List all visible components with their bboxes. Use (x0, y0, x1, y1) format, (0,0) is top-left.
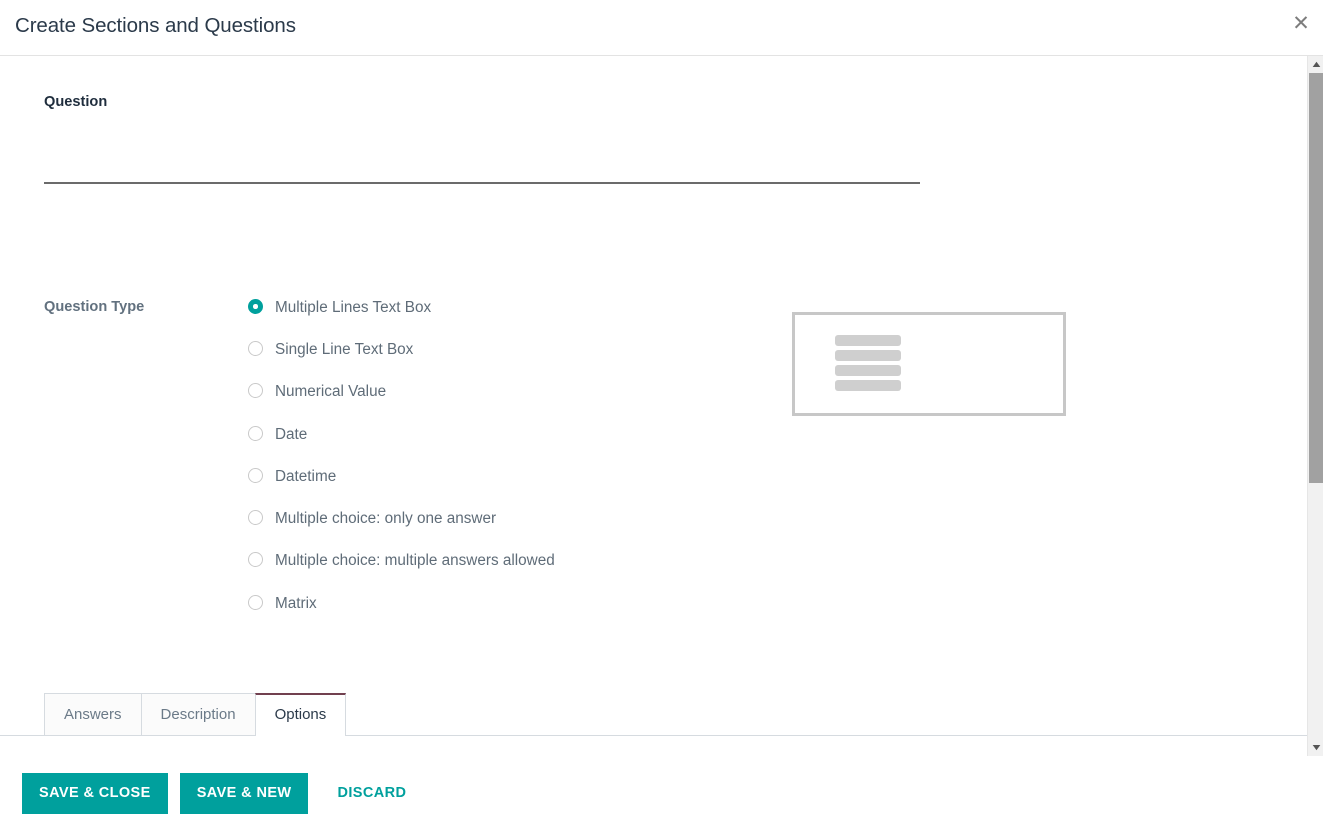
radio-icon (248, 299, 263, 314)
dialog-body: Question Question Type Multiple Lines Te… (0, 56, 1323, 756)
question-type-label: Question Type (44, 299, 145, 315)
radio-option-label: Multiple Lines Text Box (275, 299, 432, 316)
radio-icon (248, 467, 263, 483)
question-input-wrap (44, 124, 920, 184)
radio-icon (248, 594, 263, 610)
radio-icon (248, 510, 263, 526)
create-sections-and-questions-dialog: Create Sections and Questions ✕ Question… (0, 0, 1323, 831)
scroll-up-arrow-icon[interactable] (1308, 56, 1323, 73)
radio-option-label: Date (275, 425, 308, 443)
preview-line (835, 365, 901, 376)
options-tab-panel: Constraints (0, 737, 1307, 756)
radio-icon (248, 552, 263, 568)
dialog-footer: SAVE & CLOSE SAVE & NEW DISCARD (0, 756, 1323, 831)
radio-icon (248, 383, 263, 399)
question-type-preview (792, 312, 1066, 416)
save-and-close-button[interactable]: SAVE & CLOSE (22, 772, 168, 815)
scrollbar-thumb[interactable] (1309, 73, 1323, 483)
radio-option-label: Single Line Text Box (275, 341, 414, 359)
radio-option-date[interactable]: Date (248, 423, 568, 448)
question-type-radio-group: Multiple Lines Text Box Single Line Text… (248, 296, 568, 617)
radio-option-multiple-lines-text-box[interactable]: Multiple Lines Text Box (248, 296, 568, 321)
dialog-header: Create Sections and Questions ✕ (0, 0, 1323, 56)
save-and-new-button[interactable]: SAVE & NEW (179, 772, 309, 815)
preview-line (835, 350, 901, 361)
tab-answers[interactable]: Answers (44, 692, 142, 735)
radio-option-multiple-choice-one-answer[interactable]: Multiple choice: only one answer (248, 507, 568, 532)
radio-option-label: Multiple choice: only one answer (275, 510, 497, 528)
question-field-row: Question (44, 94, 1224, 184)
tab-description[interactable]: Description (140, 692, 256, 735)
close-icon[interactable]: ✕ (1284, 6, 1318, 40)
radio-option-multiple-choice-multiple-answers[interactable]: Multiple choice: multiple answers allowe… (248, 549, 568, 574)
tab-bar: Answers Description Options (0, 690, 1307, 737)
question-label: Question (44, 94, 108, 110)
preview-line (835, 335, 901, 346)
radio-icon (248, 425, 263, 441)
radio-option-numerical-value[interactable]: Numerical Value (248, 380, 568, 405)
vertical-scrollbar[interactable] (1307, 56, 1323, 756)
radio-option-matrix[interactable]: Matrix (248, 592, 568, 617)
page-title: Create Sections and Questions (15, 14, 296, 37)
radio-option-label: Multiple choice: multiple answers allowe… (275, 552, 555, 570)
scroll-down-arrow-icon[interactable] (1308, 739, 1323, 756)
text-lines-icon (835, 335, 901, 391)
preview-line (835, 380, 901, 391)
radio-option-label: Datetime (275, 467, 337, 485)
radio-option-label: Numerical Value (275, 383, 387, 401)
tab-options[interactable]: Options (254, 692, 347, 737)
radio-option-label: Matrix (275, 594, 317, 612)
radio-icon (248, 341, 263, 357)
discard-button[interactable]: DISCARD (328, 773, 415, 815)
radio-option-datetime[interactable]: Datetime (248, 465, 568, 490)
question-input[interactable] (44, 124, 920, 184)
tabs: Answers Description Options (44, 692, 347, 737)
form-area: Question Question Type Multiple Lines Te… (0, 56, 1307, 756)
radio-option-single-line-text-box[interactable]: Single Line Text Box (248, 338, 568, 363)
